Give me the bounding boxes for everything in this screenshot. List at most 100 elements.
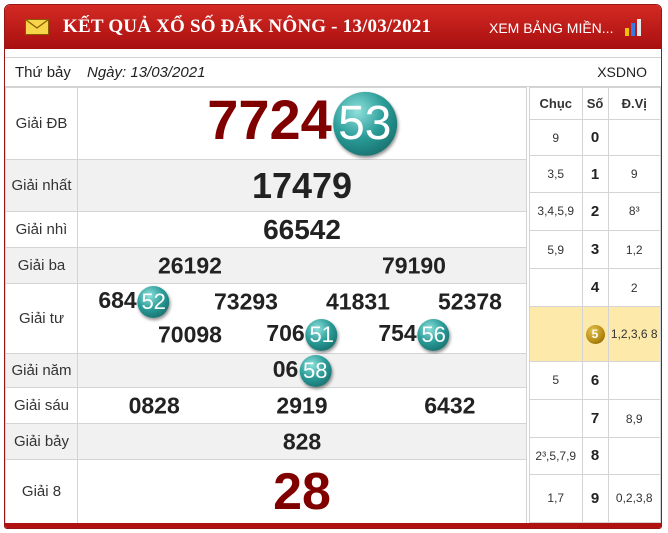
prize-number: 79190 [382, 252, 446, 278]
loto-tens: 2³,5,7,9 [529, 437, 583, 475]
loto-digit: 9 [581, 473, 609, 524]
loto-units: 2 [607, 268, 661, 308]
loto-tens [529, 268, 583, 308]
prize-number: 828 [282, 428, 322, 454]
prize-value: 26192 79190 [77, 247, 527, 284]
loto-tens: 1,7 [529, 473, 583, 524]
loto-tens [529, 306, 583, 362]
prize-value: 17479 [77, 159, 527, 212]
prize-table: Giải ĐB 7724 53 Giải nhất 17479 Giải nhì … [5, 87, 527, 524]
prize-row-special: Giải ĐB 7724 53 [5, 87, 527, 160]
number-ball: 53 [332, 91, 397, 156]
prize-number: 706 51 [266, 319, 338, 352]
loto-row: 5 6 [529, 360, 661, 401]
number-digits: 684 [98, 287, 137, 314]
prize-number: 7724 53 [207, 91, 397, 156]
results-panel: KẾT QUẢ XỔ SỐ ĐẮK NÔNG - 13/03/2021 XEM … [4, 4, 662, 529]
loto-units [607, 119, 661, 157]
loto-units: 0,2,3,8 [607, 473, 661, 524]
number-ball: 51 [305, 319, 338, 352]
prize-number: 66542 [263, 213, 341, 245]
loto-header-digit: Số [581, 86, 609, 121]
prize-number: 17479 [251, 164, 353, 206]
loto-digit: 4 [581, 268, 609, 308]
prize-label: Giải ba [5, 247, 78, 284]
prize-row-sixth: Giải sáu 0828 2919 6432 [5, 387, 527, 424]
loto-units [607, 360, 661, 401]
prize-number: 754 56 [378, 319, 450, 352]
prize-value: 828 [77, 423, 527, 460]
prize-row-fifth: Giải năm 06 58 [5, 353, 527, 388]
loto-table: Chục Số Đ.Vị 9 0 3,5 1 9 3,4,5,9 2 8³ 5,… [529, 86, 661, 524]
prize-row-seventh: Giải bảy 828 [5, 423, 527, 460]
loto-tens: 9 [529, 119, 583, 157]
prize-label: Giải năm [5, 353, 78, 388]
loto-units: 1,2,3,6 8 [607, 306, 661, 362]
prize-row-fourth: Giải tư 684 52 73293 41831 52378 70098 70… [5, 283, 527, 354]
weekday-label: Thứ bảy [15, 64, 71, 81]
loto-row: 1,7 9 0,2,3,8 [529, 473, 661, 524]
loto-row-highlighted: 5 1,2,3,6 8 [529, 306, 661, 362]
prize-label: Giải nhất [5, 159, 78, 212]
prize-label: Giải tư [5, 283, 78, 354]
prize-number: 41831 [326, 288, 390, 315]
loto-row: 7 8,9 [529, 399, 661, 439]
prize-label: Giải sáu [5, 387, 78, 424]
loto-units [607, 437, 661, 475]
draw-date: Ngày: 13/03/2021 [87, 64, 206, 81]
number-digits: 706 [266, 320, 305, 347]
number-digits: 754 [378, 320, 417, 347]
loto-digit: 8 [581, 437, 609, 475]
header-bar: KẾT QUẢ XỔ SỐ ĐẮK NÔNG - 13/03/2021 XEM … [5, 5, 661, 49]
loto-digit: 6 [581, 360, 609, 401]
prize-number: 52378 [438, 288, 502, 315]
prize-number: 28 [273, 462, 331, 521]
loto-units: 8,9 [607, 399, 661, 439]
loto-tens: 3,5 [529, 155, 583, 193]
loto-row: 2³,5,7,9 8 [529, 437, 661, 475]
loto-header-tens: Chục [529, 86, 583, 121]
loto-digit: 0 [581, 119, 609, 157]
prize-number: 06 58 [273, 354, 332, 387]
draw-info-bar: Thứ bảy Ngày: 13/03/2021 XSDNO [5, 57, 661, 87]
prize-value: 0828 2919 6432 [77, 387, 527, 424]
prize-number: 6432 [424, 392, 476, 418]
loto-digit: 7 [581, 399, 609, 439]
prize-row-second: Giải nhì 66542 [5, 211, 527, 248]
loto-row: 3,4,5,9 2 8³ [529, 191, 661, 231]
loto-units: 8³ [607, 191, 661, 231]
loto-digit: 3 [581, 229, 609, 270]
prize-label: Giải bảy [5, 423, 78, 460]
prize-number: 0828 [128, 392, 180, 418]
loto-row: 5,9 3 1,2 [529, 229, 661, 270]
prize-row-eighth: Giải 8 28 [5, 459, 527, 524]
prize-number: 684 52 [98, 285, 170, 318]
number-ball: 52 [137, 285, 170, 318]
prize-value: 66542 [77, 211, 527, 248]
prize-number: 2919 [276, 392, 328, 418]
prize-label: Giải ĐB [5, 87, 78, 160]
prize-number: 26192 [158, 252, 222, 278]
bar-chart-icon[interactable] [624, 18, 644, 36]
loto-tens [529, 399, 583, 439]
loto-header-units: Đ.Vị [607, 86, 661, 121]
lottery-code: XSDNO [597, 64, 647, 80]
prize-row-first: Giải nhất 17479 [5, 159, 527, 212]
loto-digit: 2 [581, 191, 609, 231]
prize-value: 28 [77, 459, 527, 524]
number-ball: 58 [299, 354, 332, 387]
page-title: KẾT QUẢ XỔ SỐ ĐẮK NÔNG - 13/03/2021 [63, 16, 432, 37]
loto-digit: 5 [581, 306, 609, 362]
prize-label: Giải nhì [5, 211, 78, 248]
prize-label: Giải 8 [5, 459, 78, 524]
loto-digit: 1 [581, 155, 609, 193]
prize-value: 06 58 [77, 353, 527, 388]
loto-row: 4 2 [529, 268, 661, 308]
view-region-link[interactable]: XEM BẢNG MIỀN... [489, 20, 613, 36]
mail-icon [25, 19, 49, 35]
loto-units: 1,2 [607, 229, 661, 270]
loto-tens: 5,9 [529, 229, 583, 270]
prize-value: 7724 53 [77, 87, 527, 160]
loto-tens: 5 [529, 360, 583, 401]
loto-row: 3,5 1 9 [529, 155, 661, 193]
